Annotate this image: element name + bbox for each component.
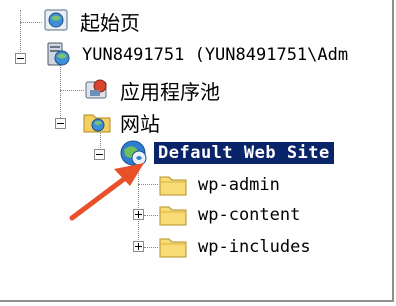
- tree-item-app-pools[interactable]: 应用程序池: [82, 75, 220, 105]
- folder-icon: [158, 233, 188, 261]
- tree-item-wp-includes[interactable]: wp-includes: [158, 232, 311, 262]
- sites-label: 网站: [120, 111, 160, 136]
- folder-label-wp-content: wp-content: [198, 205, 301, 225]
- tree-item-sites[interactable]: 网站: [82, 107, 160, 137]
- collapse-default-site-toggle[interactable]: [94, 149, 105, 160]
- server-icon: [42, 41, 74, 69]
- app-pools-icon: [82, 76, 112, 104]
- tree-line: [144, 215, 158, 216]
- collapse-sites-toggle[interactable]: [55, 118, 66, 129]
- default-web-site-label: Default Web Site: [154, 142, 334, 164]
- tree-view: 起始页 YUN8491751 (YUN8491751\Adm 应用程序池 网站 …: [0, 0, 394, 302]
- server-label: YUN8491751 (YUN8491751\Adm: [82, 45, 349, 65]
- tree-line: [20, 10, 21, 58]
- collapse-server-toggle[interactable]: [15, 53, 26, 64]
- expand-wp-includes-toggle[interactable]: [133, 241, 144, 252]
- sites-folder-icon: [82, 108, 112, 136]
- start-page-icon: [42, 7, 72, 35]
- tree-item-start-page[interactable]: 起始页: [42, 6, 140, 36]
- tree-line: [60, 90, 84, 91]
- folder-icon: [158, 201, 188, 229]
- tree-line: [138, 184, 158, 185]
- folder-icon: [158, 171, 188, 199]
- folder-label-wp-admin: wp-admin: [198, 175, 280, 195]
- app-pools-label: 应用程序池: [120, 79, 220, 104]
- folder-label-wp-includes: wp-includes: [198, 237, 311, 257]
- tree-item-wp-admin[interactable]: wp-admin: [158, 170, 280, 200]
- expand-wp-content-toggle[interactable]: [133, 209, 144, 220]
- tree-line: [20, 22, 42, 23]
- start-page-label: 起始页: [80, 10, 140, 35]
- website-globe-icon: [118, 138, 150, 168]
- tree-item-default-web-site[interactable]: Default Web Site: [118, 138, 334, 168]
- tree-line: [138, 168, 139, 248]
- tree-item-wp-content[interactable]: wp-content: [158, 200, 300, 230]
- tree-line: [144, 247, 158, 248]
- tree-item-server[interactable]: YUN8491751 (YUN8491751\Adm: [42, 40, 348, 70]
